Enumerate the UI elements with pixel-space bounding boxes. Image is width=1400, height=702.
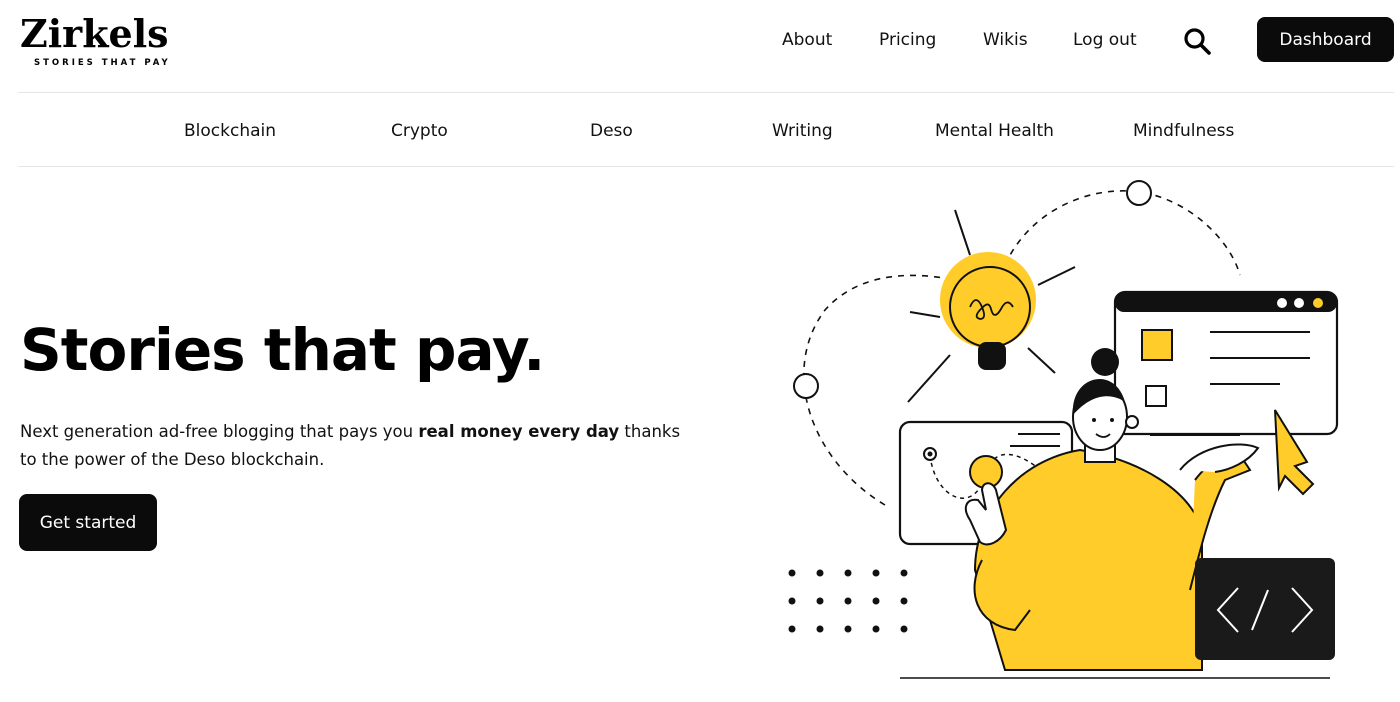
category-link-crypto[interactable]: Crypto	[391, 119, 448, 143]
nav-link-wikis[interactable]: Wikis	[983, 28, 1028, 52]
category-link-deso[interactable]: Deso	[590, 119, 633, 143]
orbit-node-left	[793, 373, 819, 399]
search-icon	[1184, 28, 1211, 55]
search-button[interactable]	[1182, 26, 1212, 56]
lightbulb-icon	[907, 209, 1076, 403]
nav-link-about[interactable]: About	[782, 28, 832, 52]
category-link-mindfulness[interactable]: Mindfulness	[1133, 119, 1234, 143]
site-header: Zirkels STORIES THAT PAY About Pricing W…	[0, 0, 1400, 93]
logo-tagline: STORIES THAT PAY	[34, 58, 171, 68]
hero-illustration	[788, 180, 1339, 679]
dot-grid	[788, 569, 908, 633]
category-link-mental-health[interactable]: Mental Health	[935, 119, 1054, 143]
get-started-button[interactable]: Get started	[19, 494, 157, 551]
category-divider	[18, 166, 1394, 167]
nav-link-logout[interactable]: Log out	[1073, 28, 1137, 52]
header-divider	[18, 92, 1394, 93]
orbit-node-top	[1126, 180, 1152, 206]
dashboard-button[interactable]: Dashboard	[1257, 17, 1394, 62]
browser-window-icon	[1113, 290, 1339, 436]
category-link-blockchain[interactable]: Blockchain	[184, 119, 276, 143]
code-window-icon	[1195, 558, 1335, 660]
logo-wordmark: Zirkels	[20, 11, 169, 56]
hero-title: Stories that pay.	[20, 316, 545, 384]
hero-desc-bold: real money every day	[418, 422, 620, 441]
hero-desc-prefix: Next generation ad-free blogging that pa…	[20, 422, 419, 441]
hero-description: Next generation ad-free blogging that pa…	[20, 418, 700, 474]
logo[interactable]: Zirkels STORIES THAT PAY	[20, 12, 195, 72]
nav-link-pricing[interactable]: Pricing	[879, 28, 936, 52]
category-link-writing[interactable]: Writing	[772, 119, 833, 143]
